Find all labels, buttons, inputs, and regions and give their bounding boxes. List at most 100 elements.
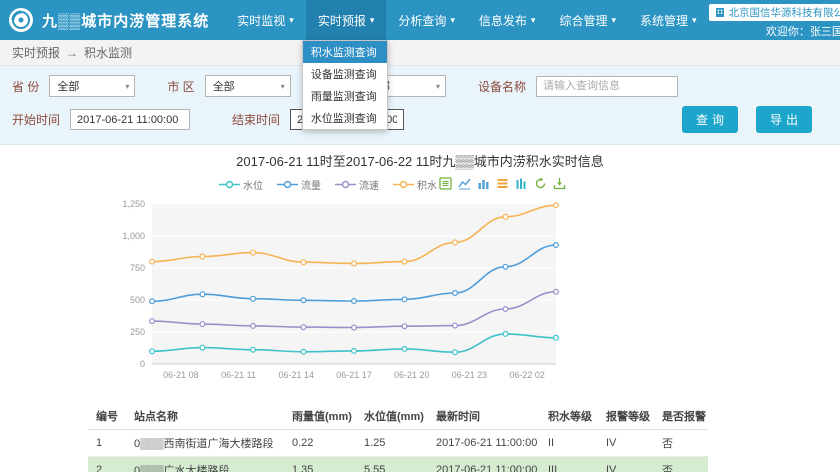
bar-chart-icon[interactable] (477, 177, 490, 190)
nav-item-comprehensive-mgmt[interactable]: 综合管理 ▾ (547, 0, 628, 40)
table-cell: 0▒▒▒广水大楼路段 (130, 457, 288, 472)
svg-text:250: 250 (130, 327, 145, 337)
svg-text:06-21 17: 06-21 17 (336, 370, 372, 380)
legend-item-0[interactable]: 水位 (219, 177, 263, 192)
dropdown-item-device-monitor-query[interactable]: 设备监测查询 (303, 63, 387, 85)
breadcrumb-section[interactable]: 实时预报 (12, 44, 60, 61)
caret-down-icon: ▾ (370, 15, 375, 26)
nav-item-realtime-monitoring[interactable]: 实时监视 ▾ (225, 0, 306, 40)
main-nav: 实时监视 ▾ 实时预报 ▾ 积水监测查询 设备监测查询 雨量监测查询 水位监测查… (225, 0, 708, 40)
breadcrumb: 实时预报 → 积水监测 (0, 40, 840, 66)
breadcrumb-current: 积水监测 (84, 44, 132, 61)
table-header-row: 编号站点名称雨量值(mm)水位值(mm)最新时间积水等级报警等级是否报警 (88, 403, 708, 430)
company-name: 北京国信华源科技有限公司 (729, 5, 840, 20)
dropdown-item-water-accumulation-query[interactable]: 积水监测查询 (303, 41, 387, 63)
start-time-label: 开始时间 (12, 111, 60, 128)
restore-icon[interactable] (534, 177, 547, 190)
topbar: 九▒▒城市内涝管理系统 实时监视 ▾ 实时预报 ▾ 积水监测查询 设备监测查询 … (0, 0, 840, 40)
chart-legend: 水位流量流速积水 (212, 177, 444, 192)
table-cell: II (544, 430, 602, 457)
topbar-right: 北京国信华源科技有限公司 欢迎你：张三国 ⚙ (709, 2, 840, 39)
line-chart-icon[interactable] (458, 177, 471, 190)
caret-down-icon: ▾ (692, 15, 697, 26)
caret-down-icon: ▾ (289, 15, 294, 26)
table-cell: 2017-06-21 11:00:00 (432, 430, 544, 457)
table-cell: 否 (658, 430, 708, 457)
column-header: 站点名称 (130, 403, 288, 430)
svg-text:06-21 14: 06-21 14 (279, 370, 315, 380)
device-name-input[interactable] (536, 76, 678, 97)
column-header: 报警等级 (602, 403, 658, 430)
table-cell: IV (602, 430, 658, 457)
province-label: 省 份 (12, 78, 39, 95)
column-header: 积水等级 (544, 403, 602, 430)
dropdown-item-rainfall-monitor-query[interactable]: 雨量监测查询 (303, 85, 387, 107)
table-cell: 1 (88, 430, 130, 457)
table-cell: 5.55 (360, 457, 432, 472)
table-cell: 2017-06-21 11:00:00 (432, 457, 544, 472)
svg-text:06-21 20: 06-21 20 (394, 370, 430, 380)
line-chart-canvas: 02505007501,0001,25006-21 0806-21 1106-2… (88, 196, 568, 392)
legend-item-2[interactable]: 流速 (335, 177, 379, 192)
nav-item-analysis-query[interactable]: 分析查询 ▾ (386, 0, 467, 40)
city-label: 市 区 (167, 78, 194, 95)
caret-down-icon: ▾ (611, 15, 616, 26)
nav-item-system-mgmt[interactable]: 系统管理 ▾ (628, 0, 709, 40)
svg-text:1,000: 1,000 (122, 231, 145, 241)
dropdown-item-waterlevel-monitor-query[interactable]: 水位监测查询 (303, 107, 387, 129)
chevron-down-icon: ▾ (281, 82, 285, 91)
column-header: 编号 (88, 403, 130, 430)
page: 九▒▒城市内涝管理系统 实时监视 ▾ 实时预报 ▾ 积水监测查询 设备监测查询 … (0, 0, 840, 472)
export-button[interactable]: 导出 (756, 106, 812, 133)
svg-text:06-21 08: 06-21 08 (163, 370, 199, 380)
save-image-icon[interactable] (553, 177, 566, 190)
start-time-input[interactable] (70, 109, 190, 130)
station-table: 编号站点名称雨量值(mm)水位值(mm)最新时间积水等级报警等级是否报警 10▒… (88, 403, 708, 472)
table-cell: 1.35 (288, 457, 360, 472)
svg-text:06-22 02: 06-22 02 (509, 370, 545, 380)
nav-item-info-publish[interactable]: 信息发布 ▾ (467, 0, 548, 40)
province-select[interactable]: 全部 ▾ (49, 75, 135, 97)
filter-row-1: 省 份 全部 ▾ 市 区 全部 ▾ 县 级 全部 ▾ 设备名称 (12, 75, 828, 97)
caret-down-icon: ▾ (531, 15, 536, 26)
filter-panel: 省 份 全部 ▾ 市 区 全部 ▾ 县 级 全部 ▾ 设备名称 开始时间 结束时… (0, 66, 840, 145)
legend-item-1[interactable]: 流量 (277, 177, 321, 192)
welcome-text: 欢迎你：张三国 ⚙ (766, 23, 840, 39)
column-header: 水位值(mm) (360, 403, 432, 430)
breadcrumb-arrow-icon: → (66, 46, 78, 60)
table-cell: 2 (88, 457, 130, 472)
tiled-icon[interactable] (515, 177, 528, 190)
column-header: 雨量值(mm) (288, 403, 360, 430)
svg-text:500: 500 (130, 295, 145, 305)
legend-item-3[interactable]: 积水 (393, 177, 437, 192)
app-title: 九▒▒城市内涝管理系统 (42, 10, 209, 31)
table-row[interactable]: 20▒▒▒广水大楼路段1.355.552017-06-21 11:00:00II… (88, 457, 708, 472)
table-cell: 1.25 (360, 430, 432, 457)
chart-title: 2017-06-21 11时至2017-06-22 11时九▒▒城市内涝积水实时… (88, 151, 752, 170)
data-view-icon[interactable] (439, 177, 452, 190)
svg-text:750: 750 (130, 263, 145, 273)
chart-toolbar (439, 177, 566, 190)
svg-text:06-21 23: 06-21 23 (452, 370, 488, 380)
query-button[interactable]: 查询 (682, 106, 738, 133)
city-select-value: 全部 (213, 78, 235, 94)
stack-icon[interactable] (496, 177, 509, 190)
column-header: 是否报警 (658, 403, 708, 430)
nav-item-realtime-forecast[interactable]: 实时预报 ▾ 积水监测查询 设备监测查询 雨量监测查询 水位监测查询 (306, 0, 387, 40)
column-header: 最新时间 (432, 403, 544, 430)
main-content: 2017-06-21 11时至2017-06-22 11时九▒▒城市内涝积水实时… (88, 151, 752, 472)
company-chip: 北京国信华源科技有限公司 (709, 4, 840, 21)
city-select[interactable]: 全部 ▾ (205, 75, 291, 97)
filter-row-2: 开始时间 结束时间 查询 导出 (12, 106, 828, 133)
device-name-label: 设备名称 (478, 78, 526, 95)
caret-down-icon: ▾ (450, 15, 455, 26)
svg-text:0: 0 (140, 359, 145, 369)
app-logo-icon (8, 7, 34, 33)
forecast-dropdown-menu: 积水监测查询 设备监测查询 雨量监测查询 水位监测查询 (302, 40, 388, 130)
table-row[interactable]: 10▒▒▒西南街道广海大楼路段0.221.252017-06-21 11:00:… (88, 430, 708, 457)
province-select-value: 全部 (57, 78, 79, 94)
chevron-down-icon: ▾ (125, 82, 129, 91)
chart-card: 水位流量流速积水 (88, 172, 568, 397)
svg-text:1,250: 1,250 (122, 199, 145, 209)
table-cell: III (544, 457, 602, 472)
